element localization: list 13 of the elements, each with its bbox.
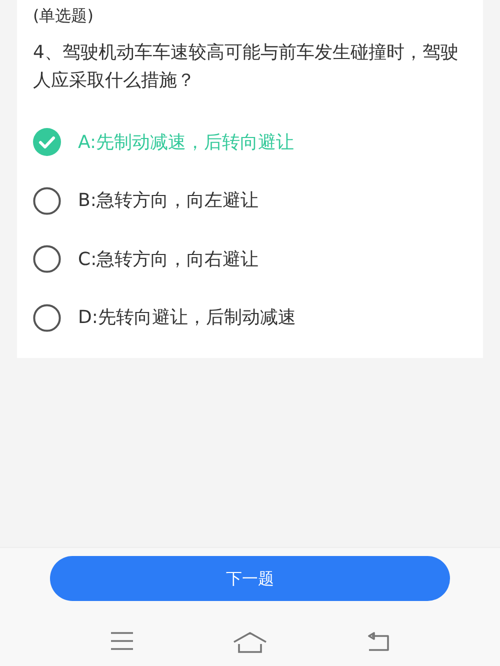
radio-button[interactable] (33, 186, 61, 215)
option-label[interactable]: B:急转方向，向左避让 (78, 187, 258, 214)
question-type: (单选题) (33, 5, 94, 27)
checked-radio-icon[interactable] (33, 128, 61, 156)
radio-button[interactable] (33, 304, 61, 332)
home-icon[interactable] (232, 631, 267, 653)
option-label[interactable]: D:先转向避让，后制动减速 (78, 304, 296, 332)
question-text: 4、驾驶机动车车速较高可能与前车发生碰撞时，驾驶人应采取什么措施？ (33, 41, 460, 93)
next-button[interactable]: 下一题 (50, 556, 450, 601)
radio-button[interactable] (33, 245, 61, 274)
back-icon[interactable] (366, 631, 390, 651)
menu-icon[interactable] (110, 631, 134, 651)
option-label[interactable]: C:急转方向，向右避让 (78, 246, 259, 273)
